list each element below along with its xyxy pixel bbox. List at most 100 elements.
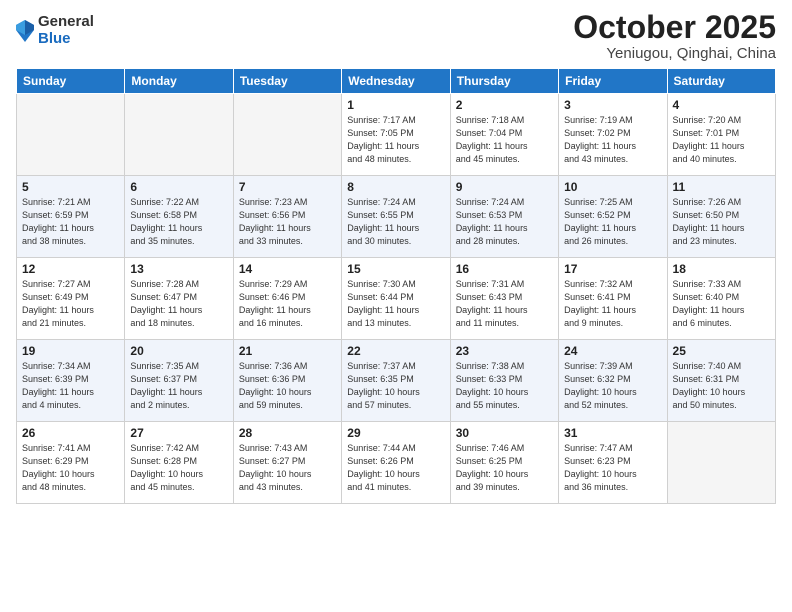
calendar-cell: 14 Sunrise: 7:29 AM Sunset: 6:46 PM Dayli…	[233, 258, 341, 340]
day-info: Sunrise: 7:42 AM Sunset: 6:28 PM Dayligh…	[130, 442, 227, 494]
day-info: Sunrise: 7:26 AM Sunset: 6:50 PM Dayligh…	[673, 196, 770, 248]
day-number: 16	[456, 262, 553, 276]
weekday-friday: Friday	[559, 69, 667, 94]
day-info: Sunrise: 7:29 AM Sunset: 6:46 PM Dayligh…	[239, 278, 336, 330]
day-info: Sunrise: 7:43 AM Sunset: 6:27 PM Dayligh…	[239, 442, 336, 494]
day-number: 9	[456, 180, 553, 194]
day-info: Sunrise: 7:46 AM Sunset: 6:25 PM Dayligh…	[456, 442, 553, 494]
calendar-cell: 18Sunrise: 7:33 AM Sunset: 6:40 PM Dayli…	[667, 258, 775, 340]
calendar-cell: 13 Sunrise: 7:28 AM Sunset: 6:47 PM Dayli…	[125, 258, 233, 340]
day-number: 3	[564, 98, 661, 112]
calendar-cell: 17 Sunrise: 7:32 AM Sunset: 6:41 PM Dayli…	[559, 258, 667, 340]
day-info: Sunrise: 7:39 AM Sunset: 6:32 PM Dayligh…	[564, 360, 661, 412]
week-row-5: 26 Sunrise: 7:41 AM Sunset: 6:29 PM Dayli…	[17, 422, 776, 504]
day-number: 11	[673, 180, 770, 194]
day-number: 12	[22, 262, 119, 276]
day-number: 21	[239, 344, 336, 358]
day-number: 15	[347, 262, 444, 276]
day-info: Sunrise: 7:37 AM Sunset: 6:35 PM Dayligh…	[347, 360, 444, 412]
day-number: 6	[130, 180, 227, 194]
title-month: October 2025	[573, 10, 776, 45]
logo: General Blue	[16, 14, 94, 47]
day-info: Sunrise: 7:24 AM Sunset: 6:55 PM Dayligh…	[347, 196, 444, 248]
day-info: Sunrise: 7:24 AM Sunset: 6:53 PM Dayligh…	[456, 196, 553, 248]
calendar-cell: 9 Sunrise: 7:24 AM Sunset: 6:53 PM Daylig…	[450, 176, 558, 258]
calendar-cell: 27Sunrise: 7:42 AM Sunset: 6:28 PM Dayli…	[125, 422, 233, 504]
day-number: 7	[239, 180, 336, 194]
calendar-cell: 25Sunrise: 7:40 AM Sunset: 6:31 PM Dayli…	[667, 340, 775, 422]
calendar-cell: 26 Sunrise: 7:41 AM Sunset: 6:29 PM Dayli…	[17, 422, 125, 504]
logo-general: General	[38, 14, 94, 31]
calendar-cell: 20Sunrise: 7:35 AM Sunset: 6:37 PM Dayli…	[125, 340, 233, 422]
calendar-cell: 31 Sunrise: 7:47 AM Sunset: 6:23 PM Dayli…	[559, 422, 667, 504]
day-number: 5	[22, 180, 119, 194]
calendar-cell	[667, 422, 775, 504]
day-number: 23	[456, 344, 553, 358]
day-number: 14	[239, 262, 336, 276]
day-info: Sunrise: 7:27 AM Sunset: 6:49 PM Dayligh…	[22, 278, 119, 330]
calendar-cell: 3 Sunrise: 7:19 AM Sunset: 7:02 PM Daylig…	[559, 94, 667, 176]
day-number: 31	[564, 426, 661, 440]
calendar-cell: 30Sunrise: 7:46 AM Sunset: 6:25 PM Dayli…	[450, 422, 558, 504]
calendar-cell: 12 Sunrise: 7:27 AM Sunset: 6:49 PM Dayli…	[17, 258, 125, 340]
day-info: Sunrise: 7:18 AM Sunset: 7:04 PM Dayligh…	[456, 114, 553, 166]
day-number: 29	[347, 426, 444, 440]
day-info: Sunrise: 7:34 AM Sunset: 6:39 PM Dayligh…	[22, 360, 119, 412]
day-number: 28	[239, 426, 336, 440]
day-info: Sunrise: 7:47 AM Sunset: 6:23 PM Dayligh…	[564, 442, 661, 494]
day-number: 4	[673, 98, 770, 112]
day-info: Sunrise: 7:38 AM Sunset: 6:33 PM Dayligh…	[456, 360, 553, 412]
calendar-cell: 24Sunrise: 7:39 AM Sunset: 6:32 PM Dayli…	[559, 340, 667, 422]
calendar-cell: 22 Sunrise: 7:37 AM Sunset: 6:35 PM Dayli…	[342, 340, 450, 422]
weekday-monday: Monday	[125, 69, 233, 94]
calendar-cell: 19 Sunrise: 7:34 AM Sunset: 6:39 PM Dayli…	[17, 340, 125, 422]
week-row-2: 5 Sunrise: 7:21 AM Sunset: 6:59 PM Daylig…	[17, 176, 776, 258]
day-number: 22	[347, 344, 444, 358]
day-number: 10	[564, 180, 661, 194]
calendar-cell: 5 Sunrise: 7:21 AM Sunset: 6:59 PM Daylig…	[17, 176, 125, 258]
day-info: Sunrise: 7:41 AM Sunset: 6:29 PM Dayligh…	[22, 442, 119, 494]
day-info: Sunrise: 7:28 AM Sunset: 6:47 PM Dayligh…	[130, 278, 227, 330]
logo-icon	[16, 20, 34, 42]
day-info: Sunrise: 7:21 AM Sunset: 6:59 PM Dayligh…	[22, 196, 119, 248]
header: General Blue October 2025 Yeniugou, Qing…	[16, 10, 776, 62]
day-number: 26	[22, 426, 119, 440]
calendar-cell: 21 Sunrise: 7:36 AM Sunset: 6:36 PM Dayli…	[233, 340, 341, 422]
week-row-1: 1 Sunrise: 7:17 AM Sunset: 7:05 PM Daylig…	[17, 94, 776, 176]
weekday-header-row: SundayMondayTuesdayWednesdayThursdayFrid…	[17, 69, 776, 94]
week-row-4: 19 Sunrise: 7:34 AM Sunset: 6:39 PM Dayli…	[17, 340, 776, 422]
week-row-3: 12 Sunrise: 7:27 AM Sunset: 6:49 PM Dayli…	[17, 258, 776, 340]
day-info: Sunrise: 7:17 AM Sunset: 7:05 PM Dayligh…	[347, 114, 444, 166]
day-number: 20	[130, 344, 227, 358]
calendar-cell: 28 Sunrise: 7:43 AM Sunset: 6:27 PM Dayli…	[233, 422, 341, 504]
calendar-cell: 6 Sunrise: 7:22 AM Sunset: 6:58 PM Daylig…	[125, 176, 233, 258]
day-number: 18	[673, 262, 770, 276]
day-info: Sunrise: 7:25 AM Sunset: 6:52 PM Dayligh…	[564, 196, 661, 248]
calendar-cell	[233, 94, 341, 176]
calendar-cell: 23 Sunrise: 7:38 AM Sunset: 6:33 PM Dayli…	[450, 340, 558, 422]
weekday-saturday: Saturday	[667, 69, 775, 94]
day-info: Sunrise: 7:30 AM Sunset: 6:44 PM Dayligh…	[347, 278, 444, 330]
weekday-wednesday: Wednesday	[342, 69, 450, 94]
calendar-cell: 29Sunrise: 7:44 AM Sunset: 6:26 PM Dayli…	[342, 422, 450, 504]
day-number: 19	[22, 344, 119, 358]
day-info: Sunrise: 7:20 AM Sunset: 7:01 PM Dayligh…	[673, 114, 770, 166]
calendar-cell: 7Sunrise: 7:23 AM Sunset: 6:56 PM Daylig…	[233, 176, 341, 258]
title-block: October 2025 Yeniugou, Qinghai, China	[573, 10, 776, 62]
calendar-cell: 16 Sunrise: 7:31 AM Sunset: 6:43 PM Dayli…	[450, 258, 558, 340]
day-info: Sunrise: 7:19 AM Sunset: 7:02 PM Dayligh…	[564, 114, 661, 166]
calendar-table: SundayMondayTuesdayWednesdayThursdayFrid…	[16, 68, 776, 504]
day-number: 8	[347, 180, 444, 194]
weekday-thursday: Thursday	[450, 69, 558, 94]
calendar-cell	[17, 94, 125, 176]
day-info: Sunrise: 7:22 AM Sunset: 6:58 PM Dayligh…	[130, 196, 227, 248]
day-number: 13	[130, 262, 227, 276]
day-info: Sunrise: 7:36 AM Sunset: 6:36 PM Dayligh…	[239, 360, 336, 412]
calendar-cell: 2Sunrise: 7:18 AM Sunset: 7:04 PM Daylig…	[450, 94, 558, 176]
day-number: 1	[347, 98, 444, 112]
day-number: 17	[564, 262, 661, 276]
day-info: Sunrise: 7:31 AM Sunset: 6:43 PM Dayligh…	[456, 278, 553, 330]
title-location: Yeniugou, Qinghai, China	[573, 45, 776, 62]
logo-text: General Blue	[38, 14, 94, 47]
day-info: Sunrise: 7:32 AM Sunset: 6:41 PM Dayligh…	[564, 278, 661, 330]
